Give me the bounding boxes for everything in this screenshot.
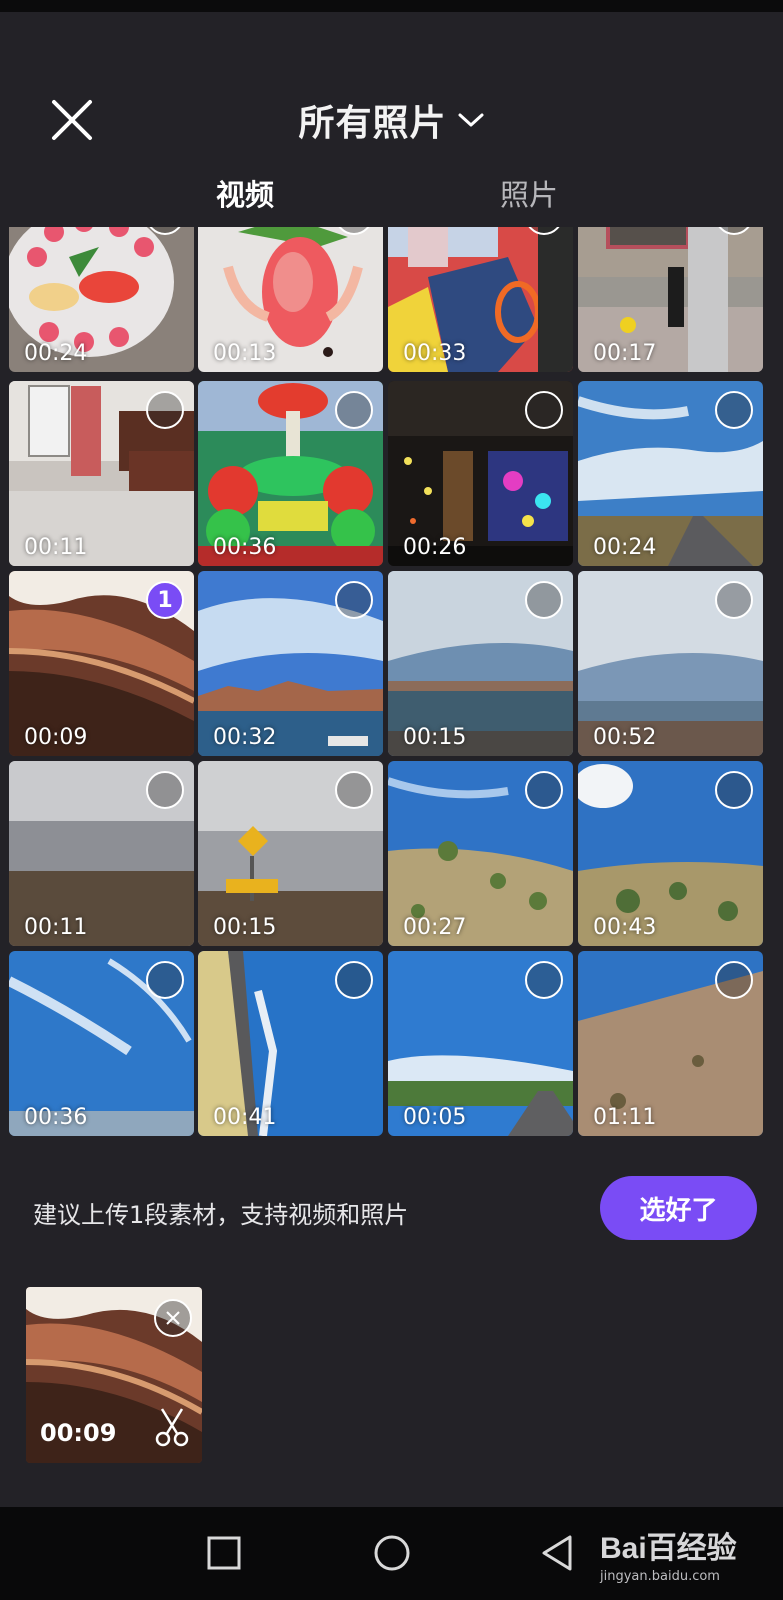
media-tile[interactable]: 00:41 xyxy=(198,951,383,1136)
baidu-watermark: Bai百经验 jingyan.baidu.com xyxy=(600,1523,737,1584)
duration-label: 00:32 xyxy=(213,725,277,750)
duration-label: 00:33 xyxy=(403,341,467,366)
select-circle[interactable] xyxy=(335,771,373,809)
duration-label: 00:27 xyxy=(403,915,467,940)
select-circle[interactable] xyxy=(715,771,753,809)
select-circle[interactable] xyxy=(335,581,373,619)
duration-label: 00:36 xyxy=(24,1105,88,1130)
selection-panel: 建议上传1段素材，支持视频和照片 选好了 00:09 xyxy=(0,1139,783,1507)
media-tile[interactable]: 00:24 xyxy=(578,381,763,566)
home-button[interactable] xyxy=(368,1529,416,1577)
media-tile[interactable]: 00:52 xyxy=(578,571,763,756)
media-tile[interactable]: 00:32 xyxy=(198,571,383,756)
media-tile[interactable]: 00:36 xyxy=(9,951,194,1136)
duration-label: 00:17 xyxy=(593,341,657,366)
selected-clip-duration: 00:09 xyxy=(40,1419,117,1447)
media-tile[interactable]: 00:27 xyxy=(388,761,573,946)
media-tile[interactable]: 00:24 xyxy=(9,227,194,372)
duration-label: 00:24 xyxy=(24,341,88,366)
duration-label: 00:52 xyxy=(593,725,657,750)
select-circle[interactable] xyxy=(146,961,184,999)
media-tile[interactable]: 00:33 xyxy=(388,227,573,372)
media-tile[interactable]: 00:15 xyxy=(388,571,573,756)
chevron-down-icon xyxy=(458,113,483,127)
square-icon xyxy=(207,1536,241,1570)
scissors-icon[interactable] xyxy=(154,1407,190,1447)
media-tile[interactable]: 01:11 xyxy=(578,951,763,1136)
media-tile[interactable]: 00:43 xyxy=(578,761,763,946)
circle-icon xyxy=(374,1535,410,1571)
page-title: 所有照片 xyxy=(298,103,447,144)
duration-label: 00:13 xyxy=(213,341,277,366)
media-tile[interactable]: 00:26 xyxy=(388,381,573,566)
watermark-logo: Bai百经验 xyxy=(600,1532,737,1565)
select-circle[interactable] xyxy=(335,961,373,999)
select-circle[interactable] xyxy=(525,581,563,619)
tab-photo[interactable]: 照片 xyxy=(500,172,558,214)
select-circle[interactable] xyxy=(715,391,753,429)
header: 所有照片 视频 照片 xyxy=(0,12,783,227)
select-circle[interactable] xyxy=(715,961,753,999)
selected-order-badge[interactable]: 1 xyxy=(146,581,184,619)
select-circle[interactable] xyxy=(525,391,563,429)
back-triangle-icon xyxy=(542,1535,572,1571)
status-bar xyxy=(0,0,783,12)
media-tile[interactable]: 00:11 xyxy=(9,761,194,946)
media-tile[interactable]: 00:36 xyxy=(198,381,383,566)
duration-label: 00:11 xyxy=(24,535,88,560)
select-circle[interactable] xyxy=(335,391,373,429)
duration-label: 00:09 xyxy=(24,725,88,750)
system-nav-bar: Bai百经验 jingyan.baidu.com xyxy=(0,1507,783,1600)
remove-clip-button[interactable] xyxy=(154,1299,192,1337)
duration-label: 00:36 xyxy=(213,535,277,560)
select-circle[interactable] xyxy=(525,961,563,999)
watermark-url: jingyan.baidu.com xyxy=(600,1569,720,1584)
media-tile[interactable]: 00:17 xyxy=(578,227,763,372)
duration-label: 00:15 xyxy=(403,725,467,750)
media-tile[interactable]: 00:13 xyxy=(198,227,383,372)
selected-clip[interactable]: 00:09 xyxy=(26,1287,202,1463)
duration-label: 00:05 xyxy=(403,1105,467,1130)
album-selector[interactable]: 所有照片 xyxy=(0,94,783,146)
duration-label: 00:15 xyxy=(213,915,277,940)
select-circle[interactable] xyxy=(525,771,563,809)
media-tile[interactable]: 00:05 xyxy=(388,951,573,1136)
close-icon xyxy=(166,1311,180,1325)
media-tile[interactable]: 00:15 xyxy=(198,761,383,946)
back-button[interactable] xyxy=(533,1529,581,1577)
upload-hint: 建议上传1段素材，支持视频和照片 xyxy=(33,1201,409,1229)
select-circle[interactable] xyxy=(146,391,184,429)
media-tile[interactable]: 1 00:09 xyxy=(9,571,194,756)
select-circle[interactable] xyxy=(715,581,753,619)
tab-video[interactable]: 视频 xyxy=(216,172,274,214)
duration-label: 00:43 xyxy=(593,915,657,940)
done-button[interactable]: 选好了 xyxy=(600,1176,757,1240)
select-circle[interactable] xyxy=(146,771,184,809)
duration-label: 00:41 xyxy=(213,1105,277,1130)
recents-button[interactable] xyxy=(200,1529,248,1577)
duration-label: 00:11 xyxy=(24,915,88,940)
media-tile[interactable]: 00:11 xyxy=(9,381,194,566)
media-grid[interactable]: 00:24 00:13 00:33 00:17 00:11 00:36 00:2… xyxy=(0,227,783,1139)
duration-label: 00:26 xyxy=(403,535,467,560)
duration-label: 00:24 xyxy=(593,535,657,560)
duration-label: 01:11 xyxy=(593,1105,657,1130)
